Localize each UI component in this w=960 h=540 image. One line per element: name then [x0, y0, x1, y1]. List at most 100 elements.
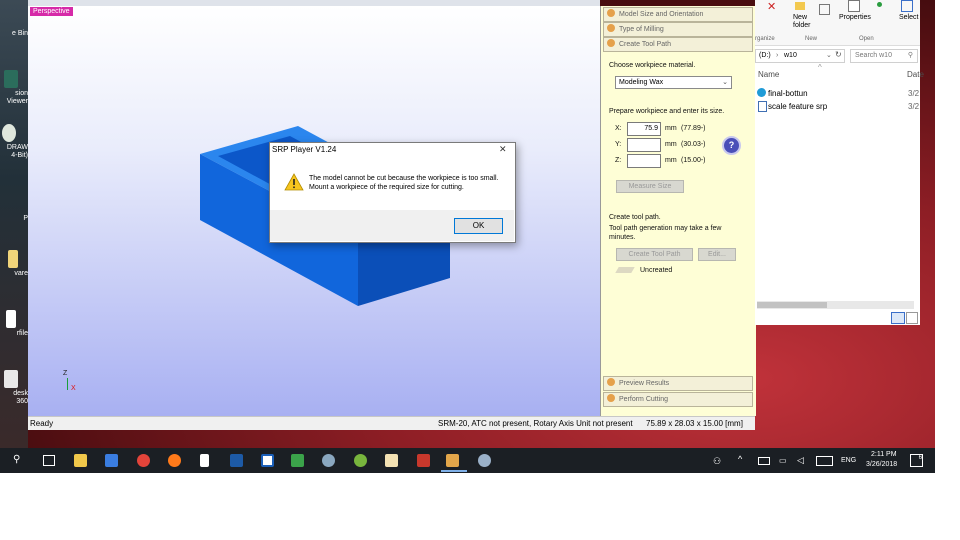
- keyboard-icon[interactable]: [816, 456, 833, 466]
- help-icon[interactable]: ?: [722, 136, 741, 155]
- desktop-icon-software[interactable]: vare: [0, 250, 28, 278]
- desktop-icon-recycle-bin[interactable]: e Bin: [0, 30, 28, 38]
- chrome-icon[interactable]: [137, 454, 150, 467]
- section-model-size[interactable]: Model Size and Orientation: [603, 7, 753, 22]
- material-label: Choose workpiece material.: [609, 62, 696, 69]
- section-bullet-icon: [607, 9, 615, 17]
- file-name: scale feature srp: [768, 102, 828, 111]
- measure-size-button[interactable]: Measure Size: [616, 180, 684, 193]
- section-bullet-icon: [607, 39, 615, 47]
- edit-button[interactable]: Edit...: [698, 248, 736, 261]
- column-name[interactable]: Name: [758, 70, 779, 79]
- breadcrumb-drive[interactable]: (D:): [759, 50, 771, 62]
- section-bullet-icon: [607, 394, 615, 402]
- toolpath-note: Tool path generation may take a few minu…: [609, 225, 722, 241]
- explorer-ribbon: ✕ New folder Properties Select rganize N…: [755, 0, 920, 46]
- task-view-icon[interactable]: [43, 455, 55, 466]
- app-icon[interactable]: [417, 454, 430, 467]
- axis-z-label: Z: [63, 370, 68, 377]
- firefox-icon[interactable]: [168, 454, 181, 467]
- axis-x-field-label: X:: [615, 125, 622, 132]
- desktop-icon-coreldraw[interactable]: DRAW 4-Bit): [0, 124, 28, 160]
- file-row[interactable]: scale feature srp 3/2: [755, 101, 920, 112]
- address-bar[interactable]: (D:) › w10 ⌄: [755, 49, 845, 63]
- file-type-icon: [757, 88, 766, 97]
- section-preview-results[interactable]: Preview Results: [603, 376, 753, 391]
- app-icon[interactable]: [354, 454, 367, 467]
- section-bullet-icon: [607, 378, 615, 386]
- warning-icon: [284, 173, 304, 191]
- new-folder-button[interactable]: New folder: [793, 14, 817, 30]
- material-select[interactable]: Modeling Wax ⌄: [615, 76, 732, 89]
- file-name: final-bottun: [768, 89, 808, 98]
- desktop-icon-p[interactable]: P: [0, 215, 28, 223]
- file-row[interactable]: final-bottun 3/2: [755, 88, 920, 99]
- dialog-title: SRP Player V1.24: [272, 145, 337, 154]
- breadcrumb-folder[interactable]: w10: [784, 50, 797, 62]
- details-view-icon[interactable]: [891, 312, 905, 324]
- unit-label: mm: [665, 157, 677, 164]
- notification-icon[interactable]: 6: [910, 454, 923, 467]
- scrollbar-thumb[interactable]: [757, 302, 827, 308]
- workpiece-z-input[interactable]: [627, 154, 661, 168]
- ribbon-group-open: Open: [859, 36, 874, 42]
- new-folder-icon: [795, 2, 805, 10]
- workpiece-x-input[interactable]: 75.9: [627, 122, 661, 136]
- search-icon[interactable]: ⚲: [13, 454, 20, 465]
- large-icons-view-icon[interactable]: [906, 312, 918, 324]
- search-icon: ⚲: [907, 52, 913, 59]
- people-icon[interactable]: ⚇: [713, 456, 721, 467]
- search-input[interactable]: Search w10 ⚲: [850, 49, 918, 63]
- battery-icon[interactable]: [758, 457, 770, 465]
- language-indicator[interactable]: ENG: [841, 457, 856, 464]
- unit-label: mm: [665, 141, 677, 148]
- axis-y-line: [67, 378, 68, 390]
- desktop-icon-viewer[interactable]: sion Viewer: [0, 70, 28, 106]
- status-machine: SRM-20, ATC not present, Rotary Axis Uni…: [438, 419, 633, 428]
- srp-player-icon[interactable]: [446, 454, 459, 467]
- min-size-hint: (30.03-): [681, 141, 706, 148]
- file-type-icon: [758, 101, 767, 112]
- app-icon[interactable]: [385, 454, 398, 467]
- file-explorer-taskbar-icon[interactable]: [74, 454, 87, 467]
- new-item-icon[interactable]: [819, 4, 830, 15]
- app-icon[interactable]: [478, 454, 491, 467]
- properties-button[interactable]: Properties: [839, 14, 871, 21]
- section-perform-cutting[interactable]: Perform Cutting: [603, 392, 753, 407]
- delete-icon[interactable]: ✕: [767, 0, 776, 13]
- app-icon[interactable]: [261, 454, 274, 467]
- toolpath-status: Uncreated: [640, 267, 673, 274]
- ok-button[interactable]: OK: [454, 218, 503, 234]
- app-icon[interactable]: [322, 454, 335, 467]
- desktop-icon-strip: e Bin sion Viewer DRAW 4-Bit) P vare rfi…: [0, 0, 28, 448]
- workpiece-y-input[interactable]: [627, 138, 661, 152]
- section-create-tool-path[interactable]: Create Tool Path: [603, 37, 753, 52]
- status-model-size: 75.89 x 28.03 x 15.00 [mm]: [646, 419, 743, 428]
- network-icon[interactable]: ▭: [779, 456, 787, 465]
- create-tool-path-button[interactable]: Create Tool Path: [616, 248, 693, 261]
- ribbon-group-organize: rganize: [755, 36, 775, 42]
- clock-date[interactable]: 3/26/2018: [866, 461, 897, 468]
- app-icon[interactable]: [291, 454, 304, 467]
- clock-time[interactable]: 2:11 PM: [871, 451, 897, 458]
- desktop-icon-file[interactable]: rfile: [0, 310, 28, 338]
- file-date: 3/2: [908, 102, 920, 111]
- desktop-icon-autodesk[interactable]: desk 360: [0, 370, 28, 406]
- min-size-hint: (77.89-): [681, 125, 706, 132]
- open-icon: [877, 2, 882, 7]
- chevron-up-icon[interactable]: ^: [738, 454, 742, 464]
- volume-icon[interactable]: ◁: [797, 455, 804, 466]
- folder-icon: [8, 250, 18, 268]
- store-icon[interactable]: [105, 454, 118, 467]
- toolpath-title: Create tool path.: [609, 214, 661, 221]
- chevron-down-icon[interactable]: ⌄: [826, 50, 832, 62]
- close-icon[interactable]: ✕: [499, 144, 507, 155]
- section-type-of-milling[interactable]: Type of Milling: [603, 22, 753, 37]
- refresh-icon[interactable]: ↻: [835, 50, 842, 59]
- notepad-icon[interactable]: [200, 454, 209, 467]
- select-button[interactable]: Select: [899, 14, 918, 21]
- horizontal-scrollbar[interactable]: [757, 301, 914, 309]
- column-date[interactable]: Date: [907, 70, 924, 79]
- min-size-hint: (15.00-): [681, 157, 706, 164]
- terminal-icon[interactable]: [230, 454, 243, 467]
